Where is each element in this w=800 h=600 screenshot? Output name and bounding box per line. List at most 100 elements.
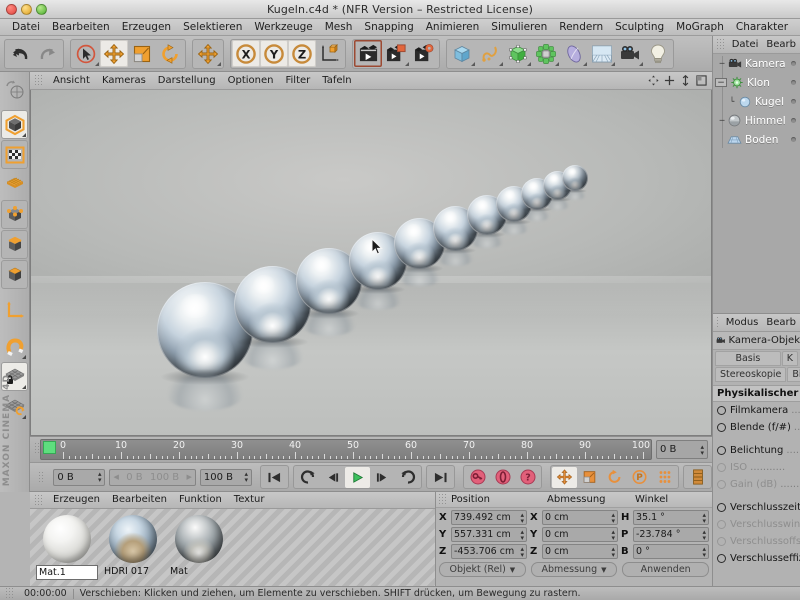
left-toolbar[interactable]: MAXON CINEMA 4D [0, 72, 30, 492]
sphere-clone-11[interactable] [562, 165, 588, 200]
material-item-mat1[interactable]: Mat.1 [36, 513, 98, 586]
object-manager[interactable]: Datei Bearb ─ Kamera − Klon └ Kugel ─ Hi… [712, 36, 800, 314]
apply-button[interactable]: Anwenden [622, 562, 710, 577]
object-menu-datei[interactable]: Datei [728, 36, 763, 53]
range-slider[interactable]: ◀ 0 B 100 B ▶ [109, 468, 196, 486]
environment-button[interactable] [588, 40, 616, 67]
attribute-manager-menu-bar[interactable]: Modus Bearb [713, 314, 800, 332]
object-tree[interactable]: ─ Kamera − Klon └ Kugel ─ Himmel Boden [713, 54, 800, 313]
dropdown-arrow-icon[interactable] [22, 133, 26, 137]
tab-bild[interactable]: Bil [787, 367, 800, 382]
spinner-icon[interactable]: ▴ ▾ [98, 471, 102, 484]
chevron-down-icon[interactable]: ▼ [601, 566, 606, 574]
checkbox-icon[interactable] [717, 446, 726, 455]
main-menu-bar[interactable]: Datei Bearbeiten Erzeugen Selektieren We… [0, 19, 800, 36]
material-list[interactable]: Mat.1 HDRI 017 Mat [30, 509, 435, 586]
move-axis-button[interactable] [194, 40, 222, 67]
position-y-field[interactable]: 557.331 cm ▴ ▾ [451, 527, 527, 542]
pan-icon[interactable] [648, 75, 659, 86]
attr-menu-bearbeiten[interactable]: Bearb [762, 314, 800, 331]
viewport-menu-optionen[interactable]: Optionen [222, 72, 280, 89]
step-back-button[interactable] [320, 467, 345, 488]
checkbox-icon[interactable] [717, 554, 726, 563]
object-row-kugel[interactable]: └ Kugel [713, 92, 800, 111]
transport-bar[interactable]: 0 B ▴ ▾ ◀ 0 B 100 B ▶ 100 B ▴ ▾ ? P [30, 462, 712, 492]
object-row-kamera[interactable]: ─ Kamera [713, 54, 800, 73]
size-z-field[interactable]: 0 cm ▴ ▾ [542, 544, 618, 559]
material-preview[interactable] [36, 513, 98, 565]
dolly-icon[interactable] [680, 75, 691, 86]
coordinate-buttons[interactable]: Objekt (Rel) ▼ Abmessung ▼ Anwenden [436, 561, 712, 578]
attribute-tabs-row2[interactable]: Stereoskopie Bil [713, 366, 800, 382]
menu-mograph[interactable]: MoGraph [670, 19, 730, 35]
range-right-arrow-icon[interactable]: ▶ [186, 473, 191, 481]
key-parameter-button[interactable]: P [627, 467, 652, 488]
key-rotation-button[interactable] [602, 467, 627, 488]
menu-charakter[interactable]: Charakter [730, 19, 794, 35]
material-name[interactable]: HDRI 017 [102, 565, 164, 578]
object-tags[interactable] [791, 61, 796, 66]
object-tags[interactable] [791, 80, 796, 85]
tab-basis[interactable]: Basis [715, 351, 781, 366]
keyframe-selection-button[interactable]: ? [515, 467, 540, 488]
tab-koordinaten[interactable]: K [781, 351, 798, 366]
object-row-himmel[interactable]: ─ Himmel [713, 111, 800, 130]
property-iso[interactable]: ISO ........... [713, 459, 800, 476]
spinner-icon[interactable]: ▴ ▾ [611, 545, 615, 558]
material-manager[interactable]: Erzeugen Bearbeiten Funktion Textur Mat.… [30, 492, 436, 586]
panel-grip-icon[interactable] [716, 38, 724, 51]
previous-key-button[interactable] [295, 467, 320, 488]
checkbox-icon[interactable] [717, 503, 726, 512]
checkbox-icon[interactable] [717, 406, 726, 415]
attr-menu-modus[interactable]: Modus [722, 314, 763, 331]
edge-mode-button[interactable] [1, 230, 28, 259]
property-verschlussoffset[interactable]: Verschlussoffset [713, 533, 800, 550]
x-axis-button[interactable]: X [232, 40, 260, 67]
rotate-tool-button[interactable] [156, 40, 184, 67]
polygon-mode-button[interactable] [1, 260, 28, 289]
object-tags[interactable] [791, 99, 796, 104]
coordinate-row-z[interactable]: Z -453.706 cm ▴ ▾ Z 0 cm ▴ ▾ B 0 ° ▴ ▾ [439, 544, 709, 559]
coordinate-grid[interactable]: X 739.492 cm ▴ ▾ X 0 cm ▴ ▾ H 35.1 ° ▴ ▾ Y [436, 508, 712, 559]
play-button[interactable] [345, 466, 370, 488]
render-view-button[interactable] [354, 40, 382, 67]
position-z-field[interactable]: -453.706 cm ▴ ▾ [451, 544, 527, 559]
viewport-3d-scene[interactable] [30, 90, 712, 436]
render-region-button[interactable] [382, 40, 410, 67]
mograph-button[interactable] [532, 40, 560, 67]
cube-primitive-button[interactable] [448, 40, 476, 67]
zoom-icon[interactable] [664, 75, 675, 86]
menu-plugins[interactable]: Plug-ins [794, 19, 800, 35]
dropdown-arrow-icon[interactable] [217, 62, 221, 66]
spinner-icon[interactable]: ▴ ▾ [611, 511, 615, 524]
menu-sculpting[interactable]: Sculpting [609, 19, 670, 35]
maximize-icon[interactable] [696, 75, 707, 86]
checkbox-icon[interactable] [717, 537, 726, 546]
point-mode-button[interactable] [1, 200, 28, 229]
coordinate-row-y[interactable]: Y 557.331 cm ▴ ▾ Y 0 cm ▴ ▾ P -23.784 ° ▴ ▾ [439, 527, 709, 542]
viewport-menu-kameras[interactable]: Kameras [96, 72, 152, 89]
attribute-tabs-row1[interactable]: Basis K [713, 350, 800, 366]
key-position-button[interactable] [552, 466, 577, 488]
rotation-h-field[interactable]: 35.1 ° ▴ ▾ [633, 510, 709, 525]
spinner-icon[interactable]: ▴ ▾ [520, 528, 524, 541]
material-item-hdri017[interactable]: HDRI 017 [102, 513, 164, 586]
key-pla-button[interactable] [652, 467, 677, 488]
menu-simulieren[interactable]: Simulieren [485, 19, 553, 35]
spinner-icon[interactable]: ▴ ▾ [702, 545, 706, 558]
coordinate-system-dropdown[interactable]: Objekt (Rel) ▼ [439, 562, 526, 577]
size-x-field[interactable]: 0 cm ▴ ▾ [542, 510, 618, 525]
main-toolbar[interactable]: X Y Z [0, 36, 800, 72]
end-frame-field[interactable]: 100 B ▴ ▾ [199, 468, 252, 486]
redo-button[interactable] [34, 40, 62, 67]
menu-datei[interactable]: Datei [6, 19, 46, 35]
viewport-menu-tafeln[interactable]: Tafeln [316, 72, 357, 89]
object-row-boden[interactable]: Boden [713, 130, 800, 149]
material-preview[interactable] [168, 513, 230, 565]
property-verschlusszeit[interactable]: Verschlusszeit ( [713, 499, 800, 516]
attribute-manager[interactable]: Modus Bearb Kamera-Objek Basis K Stereos… [712, 314, 800, 586]
undo-button[interactable] [6, 40, 34, 67]
material-preview[interactable] [102, 513, 164, 565]
timeline-bar[interactable]: 0 10 20 30 40 50 60 70 80 90 100 0 B ▴ ▾ [30, 436, 712, 462]
key-scale-button[interactable] [577, 467, 602, 488]
